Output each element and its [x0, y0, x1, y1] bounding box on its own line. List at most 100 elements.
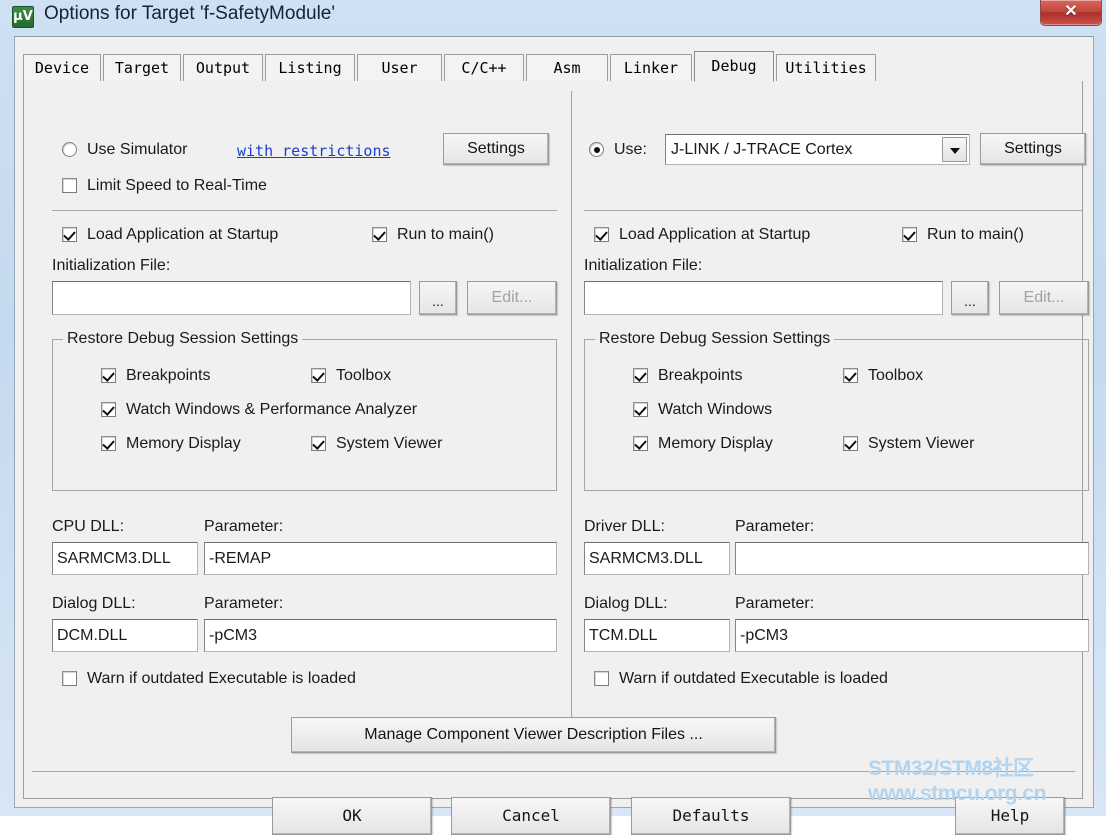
tab-target[interactable]: Target	[103, 54, 181, 81]
restore-session-group-title-left: Restore Debug Session Settings	[63, 330, 303, 348]
load-app-checkbox-right[interactable]	[594, 227, 609, 242]
driver-select[interactable]: J-LINK / J-TRACE Cortex	[665, 134, 970, 165]
tab-cpp[interactable]: C/C++	[444, 54, 524, 81]
cpu-parameter-label: Parameter:	[204, 518, 284, 535]
restore-watch-windows-checkbox-left[interactable]	[101, 402, 116, 417]
dialog-dll-label-right: Dialog DLL:	[584, 595, 668, 612]
restore-session-group-right: Restore Debug Session Settings Breakpoin…	[584, 330, 1089, 491]
init-file-input-left[interactable]	[52, 281, 411, 315]
restore-system-viewer-label-left: System Viewer	[336, 435, 443, 452]
tab-user[interactable]: User	[357, 54, 442, 81]
tab-linker[interactable]: Linker	[610, 54, 692, 81]
restore-memory-display-label-left: Memory Display	[126, 435, 241, 452]
close-button[interactable]: ✕	[1040, 0, 1102, 26]
restore-system-viewer-checkbox-right[interactable]	[843, 436, 858, 451]
dialog-dll-label-left: Dialog DLL:	[52, 595, 136, 612]
run-to-main-label-left: Run to main()	[397, 226, 494, 243]
restore-watch-windows-label-left: Watch Windows & Performance Analyzer	[126, 401, 418, 418]
run-to-main-checkbox-right[interactable]	[902, 227, 917, 242]
restore-session-group-left: Restore Debug Session Settings Breakpoin…	[52, 330, 557, 491]
dialog-parameter-label-right: Parameter:	[735, 595, 815, 612]
init-file-edit-button-left[interactable]: Edit...	[467, 281, 557, 315]
ok-button[interactable]: OK	[272, 797, 432, 835]
uvision-icon: µV	[12, 6, 34, 28]
init-file-edit-button-right[interactable]: Edit...	[999, 281, 1089, 315]
load-app-label-left: Load Application at Startup	[87, 226, 279, 243]
cpu-parameter-input[interactable]: -REMAP	[204, 542, 557, 575]
restore-breakpoints-checkbox-right[interactable]	[633, 368, 648, 383]
restore-toolbox-label-right: Toolbox	[868, 367, 924, 384]
dialog-dll-input-left[interactable]: DCM.DLL	[52, 619, 198, 652]
defaults-button[interactable]: Defaults	[631, 797, 791, 835]
dialog-client-area: Device Target Output Listing User C/C++ …	[14, 36, 1094, 835]
dialog-parameter-label-left: Parameter:	[204, 595, 284, 612]
tab-output[interactable]: Output	[183, 54, 263, 81]
simulator-settings-button[interactable]: Settings	[443, 133, 549, 165]
options-dialog-window: µV Options for Target 'f-SafetyModule' ✕…	[0, 0, 1106, 835]
load-app-checkbox-left[interactable]	[62, 227, 77, 242]
init-file-browse-button-left[interactable]: ...	[419, 281, 457, 315]
dialog-parameter-input-left[interactable]: -pCM3	[204, 619, 557, 652]
warn-outdated-label-left: Warn if outdated Executable is loaded	[87, 670, 356, 687]
dialog-dll-input-right[interactable]: TCM.DLL	[584, 619, 730, 652]
init-file-input-right[interactable]	[584, 281, 943, 315]
init-file-browse-button-right[interactable]: ...	[951, 281, 989, 315]
uvision-icon-glyph: µV	[13, 9, 33, 24]
warn-outdated-label-right: Warn if outdated Executable is loaded	[619, 670, 888, 687]
title-bar: µV Options for Target 'f-SafetyModule' ✕	[0, 0, 1106, 36]
driver-parameter-input[interactable]	[735, 542, 1089, 575]
restore-toolbox-checkbox-left[interactable]	[311, 368, 326, 383]
tab-listing[interactable]: Listing	[265, 54, 355, 81]
tab-utilities[interactable]: Utilities	[776, 54, 876, 81]
restore-system-viewer-checkbox-left[interactable]	[311, 436, 326, 451]
init-file-label-left: Initialization File:	[52, 257, 171, 274]
use-driver-label: Use:	[614, 141, 647, 158]
run-to-main-checkbox-left[interactable]	[372, 227, 387, 242]
restore-breakpoints-checkbox-left[interactable]	[101, 368, 116, 383]
limit-speed-label: Limit Speed to Real-Time	[87, 177, 267, 194]
with-restrictions-link[interactable]: with restrictions	[237, 142, 391, 160]
restore-memory-display-checkbox-left[interactable]	[101, 436, 116, 451]
window-title: Options for Target 'f-SafetyModule'	[44, 3, 335, 24]
chevron-down-icon[interactable]	[942, 137, 967, 162]
simulator-panel: Use Simulator with restrictions Settings…	[24, 81, 571, 741]
restore-toolbox-label-left: Toolbox	[336, 367, 392, 384]
driver-panel: Use: J-LINK / J-TRACE Cortex Settings Lo…	[572, 81, 1089, 741]
warn-outdated-checkbox-left[interactable]	[62, 671, 77, 686]
use-simulator-radio[interactable]	[62, 142, 77, 157]
cancel-button[interactable]: Cancel	[451, 797, 611, 835]
separator-right	[584, 210, 1082, 211]
run-to-main-label-right: Run to main()	[927, 226, 1024, 243]
tab-debug[interactable]: Debug	[694, 51, 774, 82]
restore-breakpoints-label-left: Breakpoints	[126, 367, 211, 384]
load-app-label-right: Load Application at Startup	[619, 226, 811, 243]
dialog-parameter-input-right[interactable]: -pCM3	[735, 619, 1089, 652]
debug-tab-page: Use Simulator with restrictions Settings…	[23, 81, 1089, 835]
cpu-dll-input[interactable]: SARMCM3.DLL	[52, 542, 198, 575]
use-simulator-label: Use Simulator	[87, 141, 188, 158]
restore-breakpoints-label-right: Breakpoints	[658, 367, 743, 384]
tab-asm[interactable]: Asm	[526, 54, 608, 81]
warn-outdated-checkbox-right[interactable]	[594, 671, 609, 686]
close-icon: ✕	[1064, 3, 1078, 20]
tab-strip: Device Target Output Listing User C/C++ …	[23, 51, 1083, 82]
restore-watch-windows-checkbox-right[interactable]	[633, 402, 648, 417]
help-button[interactable]: Help	[955, 797, 1065, 835]
limit-speed-checkbox[interactable]	[62, 178, 77, 193]
driver-parameter-label: Parameter:	[735, 518, 815, 535]
tab-device[interactable]: Device	[23, 54, 101, 81]
restore-system-viewer-label-right: System Viewer	[868, 435, 975, 452]
restore-watch-windows-label-right: Watch Windows	[658, 401, 773, 418]
restore-memory-display-checkbox-right[interactable]	[633, 436, 648, 451]
manage-component-viewer-button[interactable]: Manage Component Viewer Description File…	[291, 717, 776, 753]
init-file-label-right: Initialization File:	[584, 257, 703, 274]
restore-toolbox-checkbox-right[interactable]	[843, 368, 858, 383]
use-driver-radio[interactable]	[589, 142, 604, 157]
restore-session-group-title-right: Restore Debug Session Settings	[595, 330, 835, 348]
driver-settings-button[interactable]: Settings	[980, 133, 1086, 165]
restore-memory-display-label-right: Memory Display	[658, 435, 773, 452]
footer-separator	[32, 771, 1075, 772]
separator-left	[52, 210, 557, 211]
driver-dll-input[interactable]: SARMCM3.DLL	[584, 542, 730, 575]
driver-select-value: J-LINK / J-TRACE Cortex	[671, 141, 853, 158]
